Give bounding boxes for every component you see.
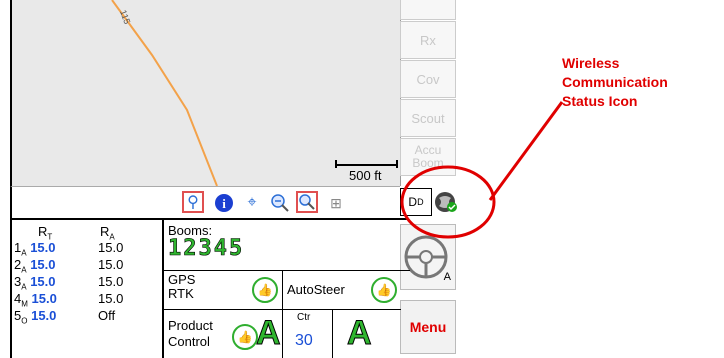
gps-label: GPS [168,272,196,287]
wireless-status-icon[interactable] [433,190,459,219]
autosteer-label: AutoSteer [287,282,345,297]
auto-mode-icon: A [347,314,373,353]
thumbs-up-icon: 👍 [252,277,278,303]
scale-label: 500 ft [349,168,382,183]
center-target-icon[interactable]: ⌖ [240,191,264,215]
map-toolbar: ⚲ i ⌖ ⊞ [10,186,400,219]
rate-row[interactable]: 5O 15.0 Off [14,308,115,326]
control-label: Control [168,334,210,349]
annotation-label: Wireless Communication Status Icon [562,55,668,109]
dd-status-icon[interactable]: DD [400,188,432,216]
product-label: Product [168,318,213,333]
zoom-in-icon[interactable] [296,191,318,213]
steering-mode-label: A [443,271,451,283]
guidance-icon[interactable]: ⚲ [182,191,204,213]
menu-button[interactable]: Menu [400,300,456,354]
grid-view-icon[interactable]: ⊞ [324,191,348,215]
ctr-label: Ctr [297,312,311,323]
rate-row[interactable]: 3A 15.0 15.0 [14,274,123,292]
rx-button[interactable]: Rx [400,21,456,59]
thumbs-up-icon: 👍 [232,324,258,350]
gps-mode: RTK [168,286,194,301]
rate-row[interactable]: 1A 15.0 15.0 [14,240,123,258]
accuboom-button[interactable]: Accu Boom [400,138,456,176]
product-control[interactable]: Product Control 👍 A [162,310,284,358]
coverage-button[interactable]: Cov [400,60,456,98]
ctr-value: 30 [295,332,313,349]
header-ra: RA [100,224,115,242]
rate-row[interactable]: 4M 15.0 15.0 [14,291,123,309]
sidebar-button-hidden[interactable] [400,0,456,20]
boom-sections: 12345 [168,236,245,262]
booms-panel[interactable]: Booms: 12345 [162,220,410,271]
field-computer-screen: 115 500 ft ⚲ i ⌖ ⊞ Rx Cov Scout Accu Boo… [0,0,457,358]
zoom-out-icon[interactable] [268,191,292,215]
scout-button[interactable]: Scout [400,99,456,137]
callout-line [488,101,564,201]
map-road [111,0,218,186]
map-view[interactable]: 115 500 ft [10,0,401,186]
rates-table: RT RA 1A 15.0 15.0 2A 15.0 15.0 3A 15.0 15.… [12,220,160,358]
svg-text:i: i [222,196,226,211]
header-rt: RT [38,224,53,242]
autosteer-status[interactable]: AutoSteer 👍 [282,271,401,310]
right-auto-section[interactable]: A [332,310,401,358]
center-section[interactable]: Ctr 30 [282,310,333,358]
rate-row[interactable]: 2A 15.0 15.0 [14,257,123,275]
info-icon[interactable]: i [212,191,236,215]
auto-mode-icon: A [256,314,282,353]
status-grid: RT RA 1A 15.0 15.0 2A 15.0 15.0 3A 15.0 15.… [10,218,410,358]
thumbs-up-icon: 👍 [371,277,397,303]
gps-status[interactable]: GPS RTK 👍 [162,271,284,310]
